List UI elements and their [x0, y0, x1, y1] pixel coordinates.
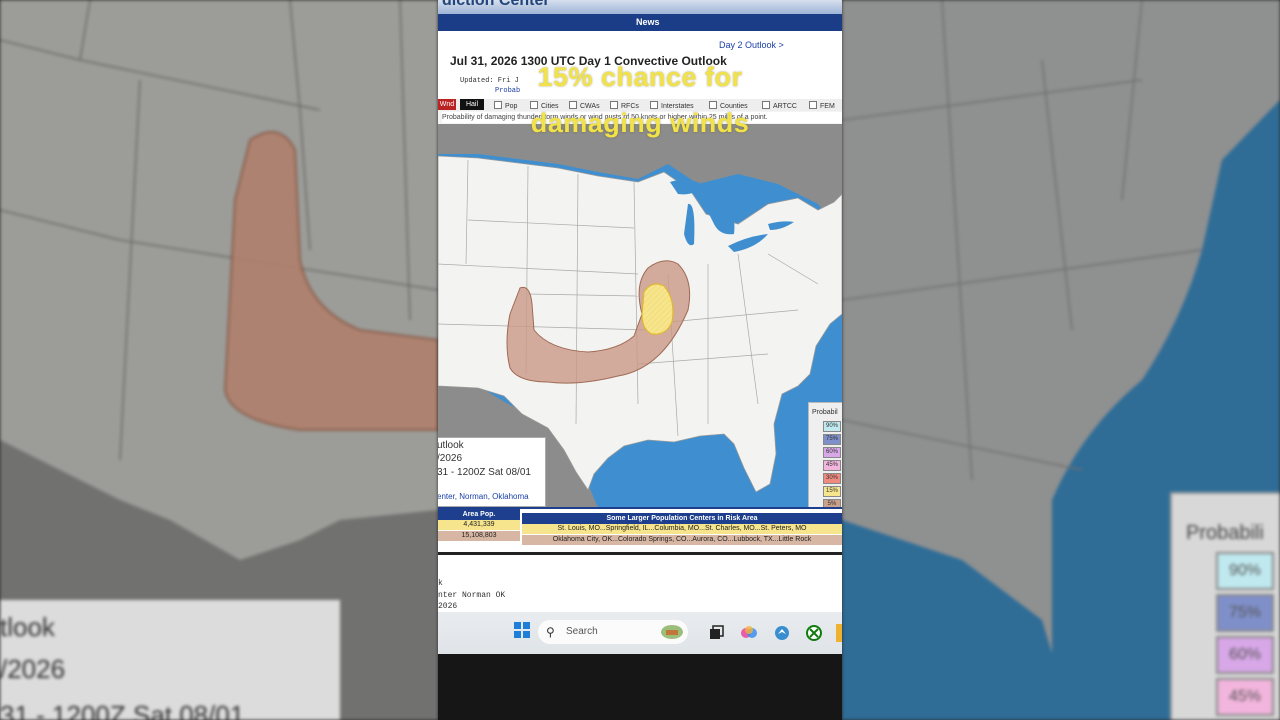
overlay-caption-line1: 15% chance for [537, 62, 743, 92]
legend-45: 45% [823, 460, 841, 471]
info-line-2: /2026 [438, 453, 463, 464]
info-line-1: utlook [438, 440, 464, 451]
copilot-icon[interactable] [741, 625, 757, 641]
table-row-2-centers: Oklahoma City, OK...Colorado Springs, CO… [522, 535, 842, 545]
legend-75: 75% [823, 434, 841, 445]
map-info-box: utlook /2026 31 - 1200Z Sat 08/01 enter,… [438, 437, 546, 507]
legend-30: 30% [823, 473, 841, 484]
task-view-icon[interactable] [708, 625, 724, 641]
left-background: tlook /2026 31 - 1200Z Sat 08/01 [0, 0, 438, 720]
search-highlight-icon [661, 625, 683, 639]
col-header-centers: Some Larger Population Centers in Risk A… [522, 513, 842, 524]
nav-bar: News [438, 14, 842, 31]
windows-start-icon[interactable] [514, 622, 530, 638]
taskbar-search-label: Search [566, 626, 598, 637]
overlay-caption-line2: damaging winds [530, 108, 750, 138]
lower-line-3: 2026 [438, 602, 458, 611]
right-bg-legend-75: 75% [1216, 594, 1274, 632]
left-bg-text-2: /2026 [0, 654, 66, 684]
site-banner-text: diction Center [442, 0, 550, 9]
legend-15: 15% [823, 486, 841, 497]
info-line-3: 31 - 1200Z Sat 08/01 [438, 467, 531, 478]
right-bg-legend-title: Probabili [1186, 522, 1264, 544]
monitor-bezel [438, 654, 842, 720]
probability-legend: Probabil 90% 75% 60% 45% 30% 15% 5% [808, 402, 842, 514]
legend-title: Probabil [812, 409, 838, 416]
right-bg-legend-60: 60% [1216, 636, 1274, 674]
monitor: diction Center News Day 2 Outlook > Jul … [438, 0, 842, 660]
right-bg-legend-45: 45% [1216, 678, 1274, 716]
info-line-4[interactable]: enter, Norman, Oklahoma [438, 492, 529, 501]
right-bg-legend-90: 90% [1216, 552, 1274, 590]
lower-line-1: k [438, 579, 443, 588]
left-bg-text-1: tlook [0, 612, 55, 642]
windows-taskbar: ⚲ Search [438, 612, 842, 654]
search-icon: ⚲ [546, 625, 555, 639]
right-bg-legend: Probabili 90% 75% 60% 45% [1170, 492, 1280, 720]
col-header-area-pop: Area Pop. [438, 509, 520, 520]
phone-screen: diction Center News Day 2 Outlook > Jul … [438, 0, 842, 720]
table-row-1-centers: St. Louis, MO...Springfield, IL...Columb… [522, 524, 842, 534]
taskbar-search[interactable]: ⚲ Search [538, 620, 688, 644]
left-background-map [0, 0, 438, 720]
table-row-2-pop: 15,108,803 [438, 531, 520, 541]
legend-60: 60% [823, 447, 841, 458]
left-bg-text-3: 31 - 1200Z Sat 08/01 [0, 700, 245, 720]
xbox-icon[interactable] [806, 625, 822, 641]
taskbar-folder-icon[interactable] [836, 624, 842, 642]
population-table: Area Pop. Some Larger Population Centers… [438, 507, 842, 552]
right-background: Probabili 90% 75% 60% 45% [842, 0, 1280, 720]
lower-line-2: nter Norman OK [438, 591, 506, 600]
table-row-1-pop: 4,431,339 [438, 520, 520, 530]
app-icon[interactable] [774, 625, 790, 641]
legend-90: 90% [823, 421, 841, 432]
day2-outlook-link[interactable]: Day 2 Outlook > [719, 40, 784, 50]
nav-news-link[interactable]: News [636, 17, 660, 27]
site-banner: diction Center [438, 0, 842, 14]
lower-text-area: k nter Norman OK 2026 [438, 552, 842, 617]
